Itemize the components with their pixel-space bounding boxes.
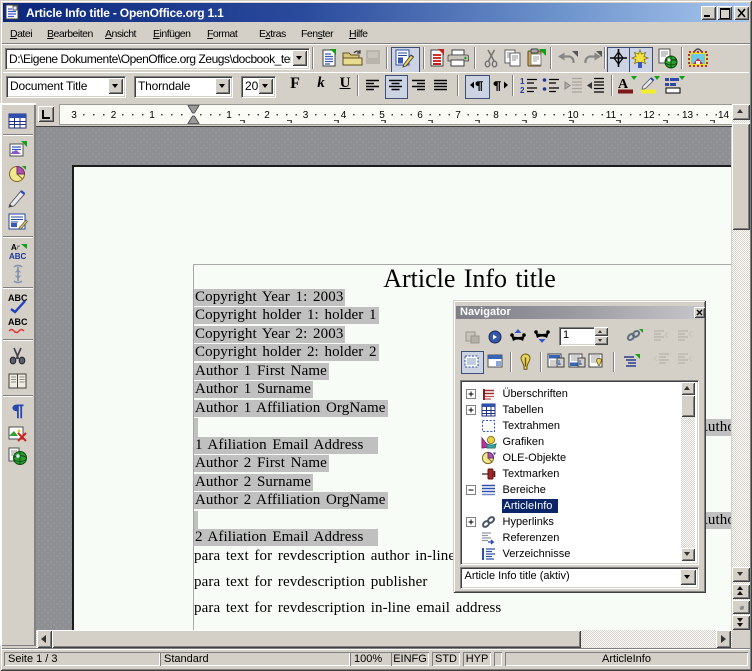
svg-text:1: 1 xyxy=(226,110,232,121)
svg-text:ABC: ABC xyxy=(8,317,28,327)
svg-text:11: 11 xyxy=(606,110,617,121)
svg-text:2: 2 xyxy=(111,110,117,121)
svg-text:14: 14 xyxy=(718,110,730,121)
svg-text:7: 7 xyxy=(455,110,461,121)
svg-text:1: 1 xyxy=(149,110,155,121)
svg-text:8: 8 xyxy=(493,110,499,121)
svg-text:3: 3 xyxy=(303,110,309,121)
svg-text:2: 2 xyxy=(264,110,270,121)
svg-text:1: 1 xyxy=(520,77,525,86)
svg-text:10: 10 xyxy=(567,110,579,121)
svg-text:4: 4 xyxy=(341,110,347,121)
svg-text:2: 2 xyxy=(520,86,525,95)
svg-text:3: 3 xyxy=(71,110,77,121)
svg-text:5: 5 xyxy=(379,110,385,121)
svg-text:13: 13 xyxy=(682,110,694,121)
svg-text:9: 9 xyxy=(532,110,538,121)
svg-text:12: 12 xyxy=(643,110,655,121)
svg-text:ABC: ABC xyxy=(9,252,27,261)
svg-text:6: 6 xyxy=(417,110,423,121)
svg-text:A: A xyxy=(11,243,17,252)
